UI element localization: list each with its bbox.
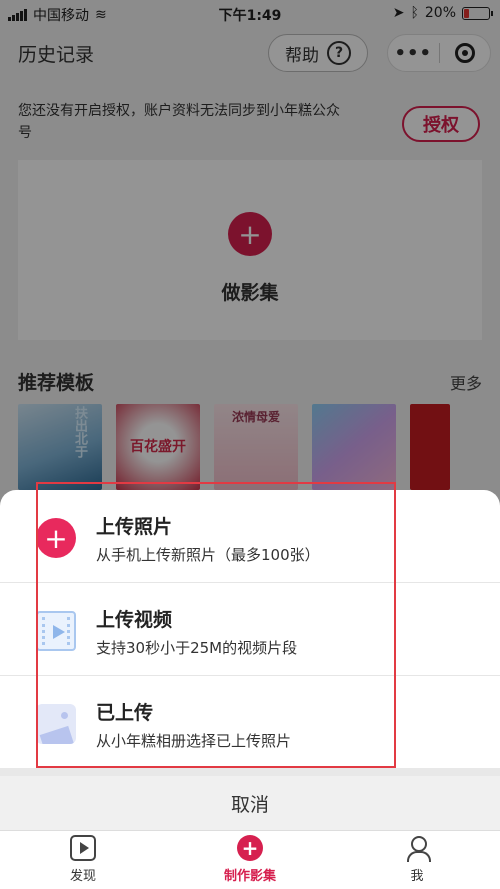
- tab-label: 我: [410, 869, 424, 884]
- tab-bar: 发现 + 制作影集 我: [0, 830, 500, 889]
- plus-icon: +: [237, 835, 263, 861]
- option-title: 已上传: [96, 702, 154, 724]
- upload-video-option[interactable]: 上传视频 支持30秒小于25M的视频片段: [0, 583, 500, 676]
- option-title: 上传视频: [96, 609, 173, 631]
- tab-me[interactable]: 我: [362, 835, 472, 884]
- option-description: 从手机上传新照片（最多100张）: [96, 546, 320, 564]
- upload-photo-option[interactable]: + 上传照片 从手机上传新照片（最多100张）: [0, 490, 500, 583]
- play-icon: [70, 835, 96, 861]
- plus-icon: +: [36, 518, 76, 558]
- tab-label: 发现: [69, 869, 96, 884]
- tab-label: 制作影集: [223, 869, 276, 884]
- video-icon: [36, 611, 76, 651]
- option-title: 上传照片: [96, 516, 173, 538]
- uploaded-photos-option[interactable]: 已上传 从小年糕相册选择已上传照片: [0, 676, 500, 769]
- user-icon: [404, 835, 431, 862]
- option-description: 从小年糕相册选择已上传照片: [96, 732, 292, 750]
- tab-discover[interactable]: 发现: [28, 835, 138, 884]
- image-icon: [36, 704, 76, 744]
- option-description: 支持30秒小于25M的视频片段: [96, 639, 298, 657]
- tab-make-album[interactable]: + 制作影集: [195, 835, 305, 884]
- cancel-button[interactable]: 取消: [0, 768, 500, 830]
